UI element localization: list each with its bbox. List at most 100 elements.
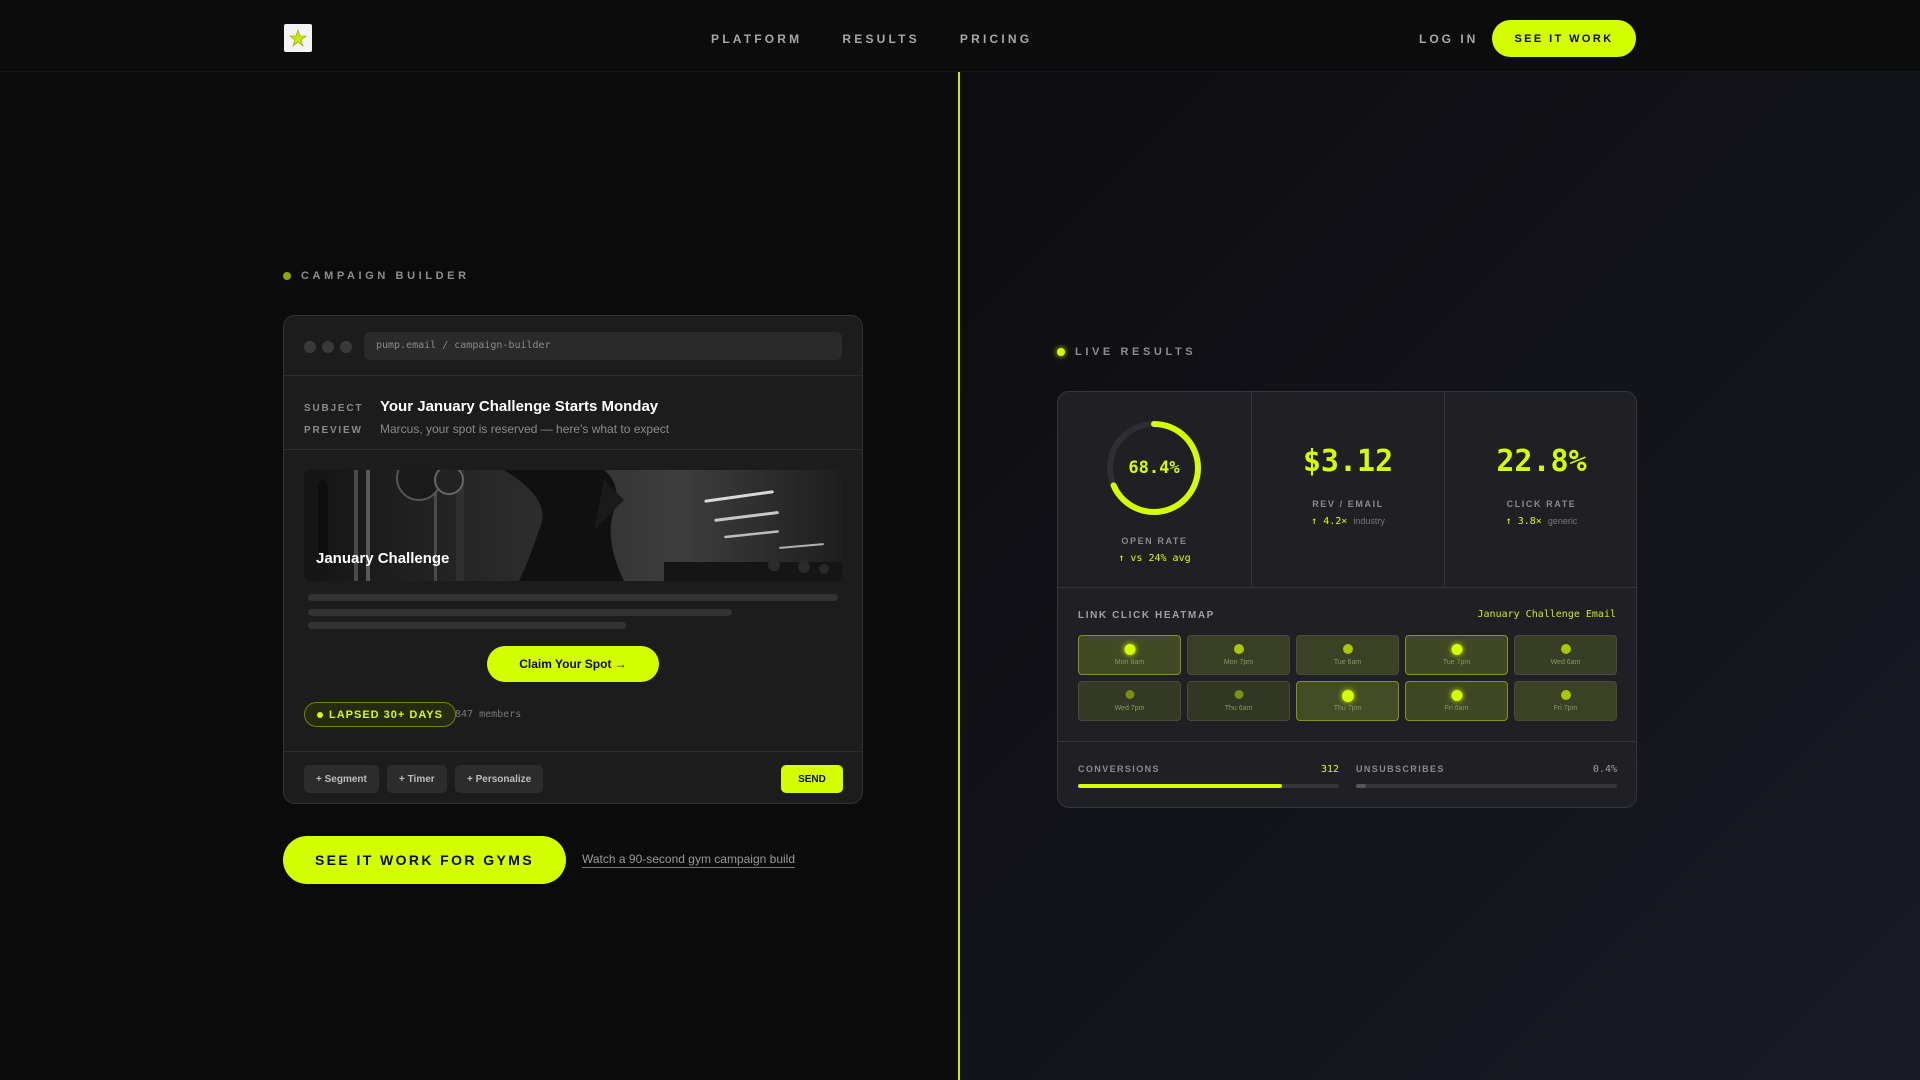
nav-link-pricing[interactable]: PRICING <box>960 32 1032 46</box>
open-rate-sub: ↑ vs 24% avg <box>1118 553 1191 564</box>
heat-cell-label: Wed 7pm <box>1114 705 1145 712</box>
heat-dot <box>1342 644 1353 654</box>
rev-email-label: REV / EMAIL <box>1312 499 1384 509</box>
heatmap-cell[interactable]: Wed 6am <box>1514 635 1617 675</box>
unsubscribes-stat: UNSUBSCRIBES 0.4% <box>1356 764 1617 788</box>
add-segment-button[interactable]: + Segment <box>304 765 379 793</box>
segment-dot <box>317 711 323 718</box>
heatmap-cell[interactable]: Fri 6am <box>1405 681 1508 721</box>
email-hero-image: January Challenge <box>304 470 842 581</box>
email-meta: SUBJECT Your January Challenge Starts Mo… <box>284 376 862 450</box>
heatmap-cell[interactable]: Tue 7pm <box>1405 635 1508 675</box>
unsubscribes-value: 0.4% <box>1592 764 1617 775</box>
click-rate-value: 22.8% <box>1496 444 1587 479</box>
watch-video-link[interactable]: Watch a 90-second gym campaign build <box>582 852 795 868</box>
hero-title: January Challenge <box>316 550 450 567</box>
add-timer-button[interactable]: + Timer <box>387 765 447 793</box>
body-text-placeholder <box>308 622 626 629</box>
heat-cell-label: Mon 8am <box>1114 659 1145 666</box>
bottom-stats: CONVERSIONS 312 UNSUBSCRIBES 0.4% <box>1058 742 1636 807</box>
heat-cell-label: Fri 7pm <box>1553 705 1578 712</box>
star-logo-icon <box>289 29 307 47</box>
rev-email-value: $3.12 <box>1302 444 1394 479</box>
live-dot <box>1057 348 1065 356</box>
open-rate-metric: 68.4% OPEN RATE ↑ vs 24% avg <box>1058 392 1251 588</box>
click-rate-comparison: generic <box>1547 516 1578 526</box>
unsubscribes-bar <box>1356 784 1617 788</box>
heatmap-cell[interactable]: Thu 6am <box>1187 681 1290 721</box>
open-rate-label: OPEN RATE <box>1121 536 1188 546</box>
heat-dot <box>1451 644 1462 655</box>
heatmap-cell[interactable]: Thu 7pm <box>1296 681 1399 721</box>
heatmap-cell[interactable]: Mon 7pm <box>1187 635 1290 675</box>
body-text-placeholder <box>308 609 732 616</box>
member-count: 847 members <box>455 709 522 720</box>
heatmap-cell[interactable]: Mon 8am <box>1078 635 1181 675</box>
live-results-label-text: LIVE RESULTS <box>1075 346 1197 358</box>
unsubscribes-label: UNSUBSCRIBES <box>1356 764 1445 774</box>
nav-link-results[interactable]: RESULTS <box>842 32 920 46</box>
window-dot[interactable] <box>322 341 334 353</box>
segment-badge[interactable]: LAPSED 30+ DAYS <box>304 702 456 727</box>
nav-links: PLATFORM RESULTS PRICING <box>711 32 1032 46</box>
heatmap-cell[interactable]: Tue 6am <box>1296 635 1399 675</box>
campaign-builder-label-text: CAMPAIGN BUILDER <box>301 270 470 282</box>
add-personalize-button[interactable]: + Personalize <box>455 765 544 793</box>
window-dot[interactable] <box>340 341 352 353</box>
logo[interactable] <box>284 24 312 52</box>
heat-dot <box>1560 644 1571 654</box>
heat-dot <box>1234 690 1243 699</box>
click-rate-metric: 22.8% CLICK RATE ↑ 3.8× generic <box>1444 392 1636 588</box>
preview-text[interactable]: Marcus, your spot is reserved — here's w… <box>380 422 669 436</box>
heat-dot <box>1125 690 1134 699</box>
body-text-placeholder <box>308 594 838 601</box>
link-click-heatmap: LINK CLICK HEATMAP January Challenge Ema… <box>1058 588 1636 742</box>
live-results-label: LIVE RESULTS <box>1057 346 1196 358</box>
heatmap-cell[interactable]: Fri 7pm <box>1514 681 1617 721</box>
heat-dot <box>1124 644 1135 655</box>
window-titlebar: pump.email / campaign-builder <box>284 316 862 376</box>
metrics-row: 68.4% OPEN RATE ↑ vs 24% avg $3.12 REV /… <box>1058 392 1636 588</box>
heat-cell-label: Fri 6am <box>1444 705 1469 712</box>
login-link[interactable]: LOG IN <box>1419 32 1478 46</box>
subject-line[interactable]: Your January Challenge Starts Monday <box>380 398 658 415</box>
segment-label: LAPSED 30+ DAYS <box>329 708 443 721</box>
conversions-label: CONVERSIONS <box>1078 764 1160 774</box>
unsubscribes-bar-fill <box>1356 784 1367 788</box>
conversions-bar-fill <box>1078 784 1282 788</box>
open-rate-value: 68.4% <box>1128 458 1180 478</box>
window-dot[interactable] <box>304 341 316 353</box>
campaign-builder-label: CAMPAIGN BUILDER <box>283 270 470 282</box>
heat-cell-label: Mon 7pm <box>1223 659 1254 666</box>
heatmap-email-name[interactable]: January Challenge Email <box>1478 609 1616 620</box>
claim-spot-button[interactable]: Claim Your Spot → <box>487 646 659 682</box>
nav-link-platform[interactable]: PLATFORM <box>711 32 802 46</box>
click-rate-label: CLICK RATE <box>1506 499 1577 509</box>
split-divider <box>958 72 960 1080</box>
see-it-work-button[interactable]: SEE IT WORK <box>1492 20 1636 57</box>
rev-email-comparison: industry <box>1353 516 1385 526</box>
heat-dot <box>1233 644 1244 654</box>
label-dot <box>283 272 291 280</box>
preview-row: PREVIEW Marcus, your spot is reserved — … <box>304 422 842 436</box>
conversions-stat: CONVERSIONS 312 <box>1078 764 1339 788</box>
conversions-value: 312 <box>1320 764 1339 775</box>
rev-email-multiplier: ↑ 4.2× <box>1311 516 1348 527</box>
url-bar[interactable]: pump.email / campaign-builder <box>364 332 842 360</box>
rev-email-metric: $3.12 REV / EMAIL ↑ 4.2× industry <box>1251 392 1444 588</box>
send-button[interactable]: SEND <box>781 765 843 793</box>
heatmap-title: LINK CLICK HEATMAP <box>1078 610 1215 621</box>
rev-email-sub: ↑ 4.2× industry <box>1252 516 1444 527</box>
heatmap-grid: Mon 8am Mon 7pm Tue 6am Tue 7pm Wed 6am Wed 7… <box>1078 635 1617 721</box>
builder-toolbar: + Segment + Timer + Personalize SEND <box>284 751 862 803</box>
heat-cell-label: Tue 6am <box>1333 659 1362 666</box>
subject-row: SUBJECT Your January Challenge Starts Mo… <box>304 398 842 415</box>
campaign-builder-window: pump.email / campaign-builder SUBJECT Yo… <box>283 315 863 804</box>
heat-cell-label: Tue 7pm <box>1442 659 1471 666</box>
see-it-work-for-gyms-button[interactable]: SEE IT WORK FOR GYMS <box>283 836 566 884</box>
window-controls <box>304 341 352 353</box>
heatmap-cell[interactable]: Wed 7pm <box>1078 681 1181 721</box>
heat-cell-label: Thu 6am <box>1224 705 1253 712</box>
preview-key: PREVIEW <box>304 425 363 436</box>
results-panel: 68.4% OPEN RATE ↑ vs 24% avg $3.12 REV /… <box>1057 391 1637 808</box>
